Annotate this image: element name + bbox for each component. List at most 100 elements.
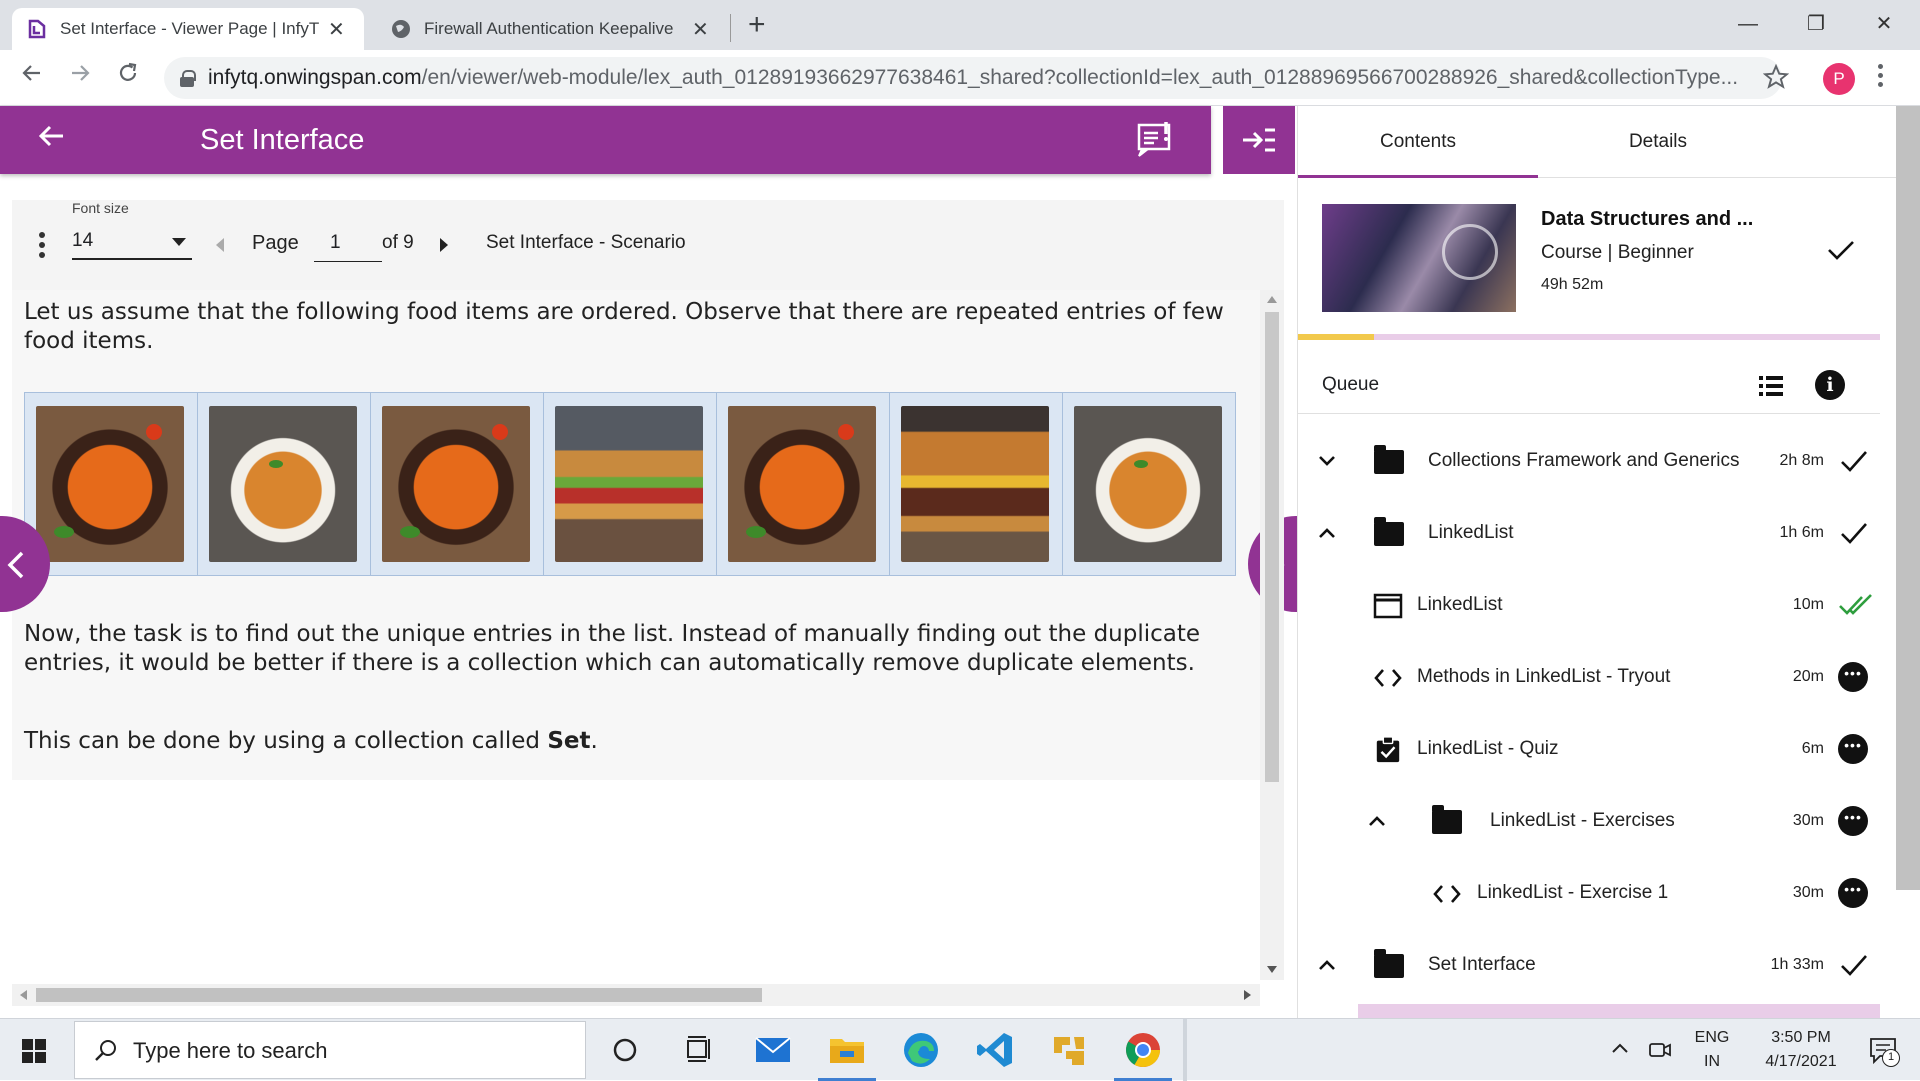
chevron-up-icon[interactable]	[1316, 954, 1338, 976]
url-field[interactable]: infytq.onwingspan.com /en/viewer/web-mod…	[164, 57, 1782, 99]
feedback-icon[interactable]	[1136, 122, 1176, 158]
page-number-input[interactable]: 1	[314, 228, 382, 262]
language-indicator[interactable]: ENG IN	[1690, 1029, 1734, 1071]
windows-start-icon[interactable]	[22, 1039, 46, 1068]
scroll-up-icon[interactable]	[1267, 296, 1277, 303]
more-options-icon[interactable]	[1838, 806, 1870, 836]
queue-item-time: 10m	[1792, 596, 1824, 613]
page-scrollbar[interactable]	[1896, 106, 1920, 890]
tab-set-interface[interactable]: Set Interface - Viewer Page | InfyTQ ✕	[12, 8, 364, 50]
info-icon[interactable]: i	[1815, 370, 1845, 400]
chevron-up-icon[interactable]	[1366, 810, 1388, 832]
sandwich-image	[555, 406, 703, 562]
tab-details[interactable]: Details	[1538, 106, 1778, 178]
course-thumbnail	[1322, 204, 1516, 312]
scroll-left-icon[interactable]	[20, 990, 27, 1000]
mail-icon[interactable]	[752, 1029, 794, 1071]
queue-item[interactable]: LinkedList - Exercise 1 30m	[1298, 858, 1880, 930]
forward-icon[interactable]	[62, 60, 98, 96]
font-size-select[interactable]: 14	[72, 226, 192, 260]
queue-item[interactable]: Collections Framework and Generics 2h 8m	[1298, 426, 1880, 498]
queue-item[interactable]: LinkedList - Quiz 6m	[1298, 714, 1880, 786]
course-title: Data Structures and ...	[1541, 208, 1754, 230]
chevron-up-icon[interactable]	[1610, 1039, 1630, 1059]
list-view-icon[interactable]	[1757, 374, 1785, 398]
burger-image	[901, 406, 1049, 562]
chrome-icon[interactable]	[1114, 1029, 1172, 1081]
chevron-down-icon[interactable]	[1316, 450, 1338, 472]
scroll-right-icon[interactable]	[1244, 990, 1251, 1000]
queue-item[interactable]: LinkedList - Exercises 30m	[1298, 786, 1880, 858]
globe-icon	[392, 20, 410, 38]
more-options-icon[interactable]	[1838, 878, 1870, 908]
edge-icon[interactable]	[900, 1029, 942, 1071]
queue-item-time: 30m	[1792, 812, 1824, 829]
food-cell	[890, 393, 1063, 575]
scroll-thumb[interactable]	[36, 988, 762, 1002]
taskbar-search[interactable]: Type here to search	[74, 1021, 586, 1079]
next-page-icon[interactable]	[440, 238, 448, 252]
queue-item-label: Set Interface	[1428, 954, 1536, 975]
task-paragraph: Now, the task is to find out the unique …	[24, 621, 1201, 676]
queue-item-label: LinkedList - Exercise 1	[1477, 882, 1669, 903]
queue-header: Queue i	[1298, 364, 1880, 414]
close-tab-icon[interactable]: ✕	[328, 17, 345, 42]
notification-center-icon[interactable]: 1	[1868, 1035, 1900, 1067]
collapse-sidebar-button[interactable]	[1223, 106, 1295, 174]
back-arrow-icon[interactable]	[36, 120, 76, 160]
minimize-button[interactable]: —	[1718, 4, 1778, 44]
set-keyword: Set	[547, 728, 591, 754]
content-vertical-scrollbar[interactable]	[1260, 290, 1284, 980]
profile-avatar[interactable]: P	[1823, 63, 1855, 95]
queue-item[interactable]: Methods in LinkedList - Tryout 20m	[1298, 642, 1880, 714]
maximize-button[interactable]: ❐	[1786, 4, 1846, 44]
course-card[interactable]: Data Structures and ... Course | Beginne…	[1298, 178, 1896, 378]
tab-contents[interactable]: Contents	[1298, 106, 1538, 178]
queue-item-label: Collections Framework and Generics	[1428, 450, 1740, 471]
set-paragraph-text: This can be done by using a collection c…	[24, 728, 548, 754]
dropdown-arrow-icon	[172, 238, 186, 246]
set-paragraph-end: .	[590, 728, 598, 754]
queue-item-current[interactable]: LinkedList 10m	[1298, 570, 1880, 642]
file-explorer-icon[interactable]	[818, 1029, 876, 1081]
meet-now-icon[interactable]	[1648, 1037, 1672, 1061]
reload-icon[interactable]	[110, 60, 146, 96]
close-window-button[interactable]: ✕	[1854, 4, 1914, 44]
clock-time: 3:50 PM	[1771, 1029, 1831, 1046]
font-size-value: 14	[72, 230, 94, 251]
prev-page-icon[interactable]	[216, 238, 224, 252]
intro-paragraph: Let us assume that the following food it…	[24, 299, 1224, 354]
code-icon	[1433, 885, 1461, 903]
web-page-icon	[1373, 593, 1403, 619]
content-horizontal-scrollbar[interactable]	[12, 984, 1260, 1006]
tab-firewall[interactable]: Firewall Authentication Keepalive ✕	[376, 8, 728, 50]
puzzle-app-icon[interactable]	[1048, 1029, 1090, 1071]
task-view-icon[interactable]	[678, 1029, 720, 1071]
course-meta: Course | Beginner	[1541, 242, 1694, 263]
browser-tab-strip: Set Interface - Viewer Page | InfyTQ ✕ F…	[0, 0, 1920, 50]
back-icon[interactable]	[14, 60, 50, 96]
set-paragraph: This can be done by using a collection c…	[24, 727, 1254, 756]
queue-item-label: LinkedList - Exercises	[1490, 810, 1675, 831]
code-icon	[1374, 669, 1402, 687]
browser-menu-icon[interactable]	[1878, 64, 1884, 87]
sidebar-tabs: Contents Details	[1298, 106, 1896, 178]
vscode-icon[interactable]	[974, 1029, 1016, 1071]
more-options-icon[interactable]	[1838, 734, 1870, 764]
queue-item[interactable]: LinkedList 1h 6m	[1298, 498, 1880, 570]
lang-bottom: IN	[1704, 1053, 1720, 1070]
new-tab-button[interactable]: +	[748, 8, 766, 42]
queue-item[interactable]: Set Interface 1h 33m	[1298, 930, 1880, 1002]
close-tab-icon[interactable]: ✕	[692, 17, 709, 42]
bookmark-star-icon[interactable]	[1762, 63, 1790, 95]
check-icon	[1841, 523, 1867, 544]
address-bar: infytq.onwingspan.com /en/viewer/web-mod…	[0, 50, 1920, 106]
clock[interactable]: 3:50 PM 4/17/2021	[1746, 1029, 1856, 1071]
more-options-icon[interactable]	[1838, 662, 1870, 692]
check-icon	[1841, 451, 1867, 472]
scroll-thumb[interactable]	[1265, 312, 1279, 782]
scroll-down-icon[interactable]	[1267, 966, 1277, 973]
cortana-icon[interactable]	[604, 1029, 646, 1071]
chevron-up-icon[interactable]	[1316, 522, 1338, 544]
more-options-icon[interactable]	[38, 232, 46, 262]
